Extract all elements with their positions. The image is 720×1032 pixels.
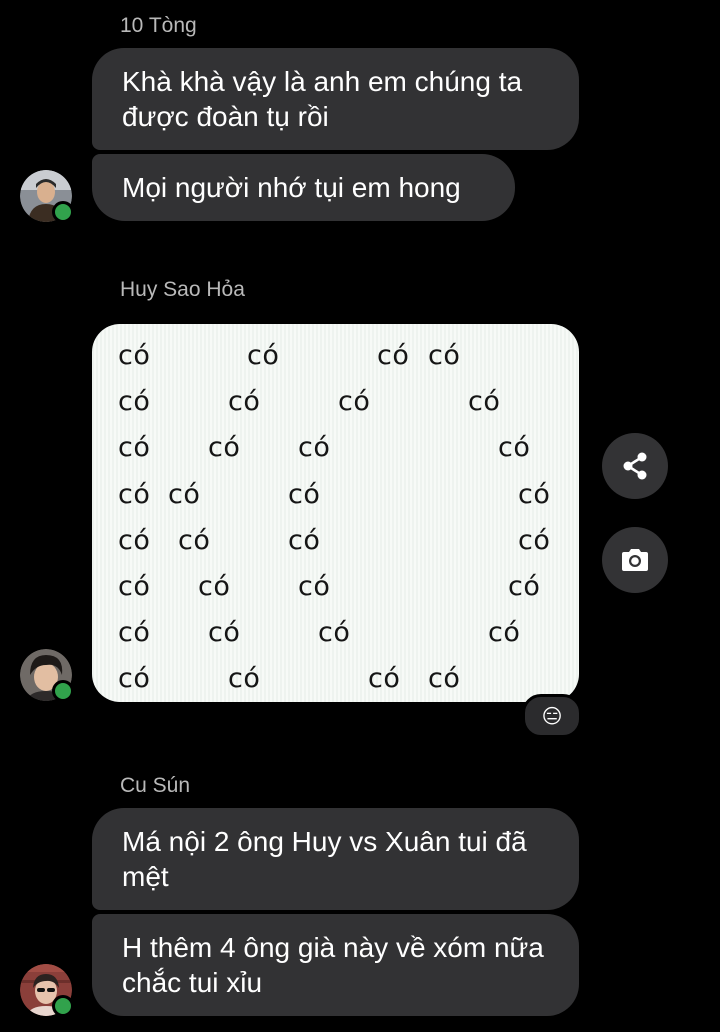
online-indicator — [52, 201, 74, 223]
message-text: H thêm 4 ông già này về xóm nữa chắc tui… — [122, 932, 544, 998]
message-text: Má nội 2 ông Huy vs Xuân tui đã mệt — [122, 826, 527, 892]
reaction-badge[interactable]: 😑 — [522, 694, 582, 738]
image-text: có — [338, 386, 371, 417]
image-text: có — [118, 479, 151, 510]
image-text: có — [168, 479, 201, 510]
image-text: có — [377, 340, 410, 371]
camera-icon — [622, 549, 648, 571]
image-text: có — [118, 663, 151, 694]
image-text: có — [428, 340, 461, 371]
image-message[interactable]: có có có có có có có có có có có có có c… — [92, 324, 579, 702]
share-button[interactable] — [602, 433, 668, 499]
message-text: Mọi người nhớ tụi em hong — [122, 172, 461, 203]
sender-name: 10 Tòng — [120, 14, 197, 37]
avatar[interactable] — [20, 170, 74, 223]
image-text: có — [118, 386, 151, 417]
avatar[interactable] — [20, 649, 74, 702]
image-text: có — [288, 479, 321, 510]
image-text: có — [118, 340, 151, 371]
expressionless-face-icon: 😑 — [541, 704, 563, 728]
message-text: Khà khà vậy là anh em chúng ta được đoàn… — [122, 66, 523, 132]
image-text: có — [118, 571, 151, 602]
online-indicator — [52, 995, 74, 1017]
online-indicator — [52, 680, 74, 702]
image-text: có — [518, 525, 551, 556]
image-text: có — [247, 340, 280, 371]
image-text: có — [198, 571, 231, 602]
message-bubble[interactable]: Má nội 2 ông Huy vs Xuân tui đã mệt — [92, 808, 579, 910]
image-text: có — [518, 479, 551, 510]
camera-button[interactable] — [602, 527, 668, 593]
image-text: có — [118, 617, 151, 648]
image-text: có — [228, 386, 261, 417]
image-text: có — [178, 525, 211, 556]
image-text: có — [468, 386, 501, 417]
message-bubble[interactable]: H thêm 4 ông già này về xóm nữa chắc tui… — [92, 914, 579, 1016]
image-text: có — [498, 432, 531, 463]
image-text: có — [318, 617, 351, 648]
sender-name: Cu Sún — [120, 774, 191, 797]
image-text: có — [208, 432, 241, 463]
image-text: có — [288, 525, 321, 556]
avatar[interactable] — [20, 964, 74, 1017]
message-bubble[interactable]: Khà khà vậy là anh em chúng ta được đoàn… — [92, 48, 579, 150]
image-text: có — [508, 571, 541, 602]
image-text: có — [428, 663, 461, 694]
message-bubble[interactable]: Mọi người nhớ tụi em hong — [92, 154, 515, 221]
sender-name: Huy Sao Hỏa — [120, 278, 245, 301]
image-text: có — [208, 617, 241, 648]
image-text: có — [298, 571, 331, 602]
share-icon — [623, 452, 647, 480]
image-text: có — [228, 663, 261, 694]
image-text: có — [368, 663, 401, 694]
image-text: có — [118, 432, 151, 463]
image-text: có — [298, 432, 331, 463]
image-text: có — [488, 617, 521, 648]
image-text: có — [118, 525, 151, 556]
